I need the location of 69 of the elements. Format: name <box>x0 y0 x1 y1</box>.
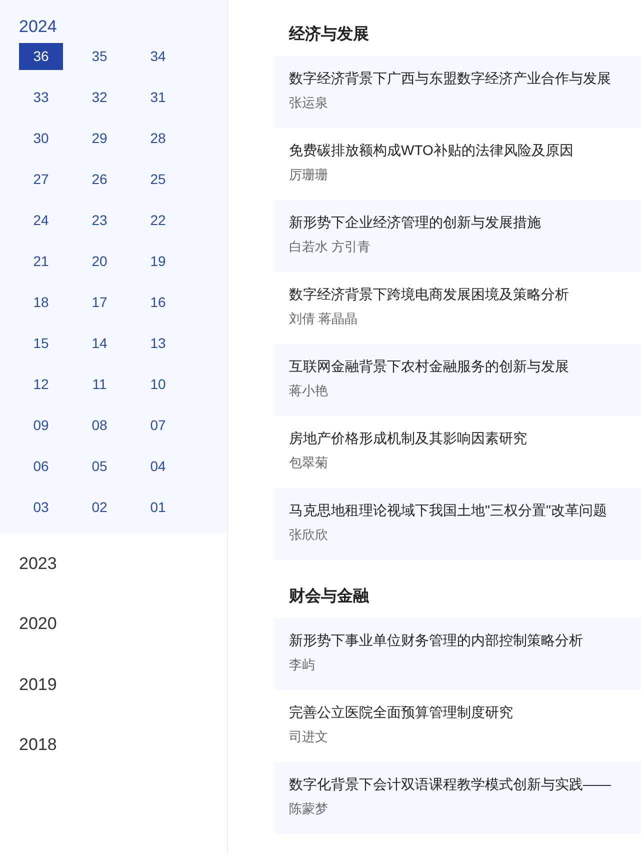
article-title[interactable]: 数字化背景下会计双语课程教学模式创新与实践—— <box>289 774 611 794</box>
article-title[interactable]: 互联网金融背景下农村金融服务的创新与发展 <box>289 356 569 376</box>
article-authors: 司进文 <box>289 728 328 746</box>
article-authors: 厉珊珊 <box>289 166 328 184</box>
issue-number[interactable]: 09 <box>19 412 63 439</box>
article-authors: 刘倩 蒋晶晶 <box>289 310 358 328</box>
issue-number[interactable]: 21 <box>19 248 63 275</box>
article-authors: 蒋小艳 <box>289 382 328 400</box>
issue-number[interactable]: 12 <box>19 371 63 398</box>
issue-number[interactable]: 07 <box>136 412 180 439</box>
section-title: 财会与金融 <box>288 586 370 607</box>
year-heading[interactable]: 2024 <box>0 16 76 38</box>
issue-number[interactable]: 30 <box>19 125 63 152</box>
issue-number[interactable]: 33 <box>19 84 63 111</box>
issue-number[interactable]: 22 <box>136 207 180 234</box>
issue-number[interactable]: 17 <box>78 289 122 316</box>
issue-number[interactable]: 15 <box>19 330 63 357</box>
article-title[interactable]: 免费碳排放额构成WTO补贴的法律风险及原因 <box>289 140 574 160</box>
issue-number[interactable]: 28 <box>136 125 180 152</box>
issue-number[interactable]: 01 <box>136 494 180 521</box>
issue-number[interactable]: 13 <box>136 330 180 357</box>
article-authors: 张欣欣 <box>289 526 328 544</box>
article-title[interactable]: 马克思地租理论视域下我国土地"三权分置"改革问题 <box>289 500 607 520</box>
issue-number[interactable]: 31 <box>136 84 180 111</box>
article-authors: 李屿 <box>289 656 315 674</box>
issue-number[interactable]: 04 <box>136 453 180 480</box>
article-title[interactable]: 新形势下企业经济管理的创新与发展措施 <box>289 212 541 232</box>
issue-number[interactable]: 29 <box>78 125 122 152</box>
article-authors: 张运泉 <box>289 94 328 112</box>
issue-number[interactable]: 25 <box>136 166 180 193</box>
issue-number[interactable]: 05 <box>78 453 122 480</box>
issue-number[interactable]: 18 <box>19 289 63 316</box>
issue-number[interactable]: 26 <box>78 166 122 193</box>
issue-number[interactable]: 16 <box>136 289 180 316</box>
article-item[interactable]: 马克思地租理论视域下我国土地"三权分置"改革问题 张欣欣 <box>274 488 641 560</box>
article-title[interactable]: 完善公立医院全面预算管理制度研究 <box>289 702 513 722</box>
article-authors: 陈蒙梦 <box>289 800 328 818</box>
issue-number[interactable]: 02 <box>78 494 122 521</box>
section-title: 经济与发展 <box>288 24 370 45</box>
article-title[interactable]: 新形势下事业单位财务管理的内部控制策略分析 <box>289 630 583 650</box>
issue-number[interactable]: 10 <box>136 371 180 398</box>
year-heading[interactable]: 2020 <box>19 611 57 636</box>
article-item[interactable]: 数字经济背景下广西与东盟数字经济产业合作与发展 张运泉 <box>274 56 641 128</box>
article-authors: 包翠菊 <box>289 454 328 472</box>
article-title[interactable]: 房地产价格形成机制及其影响因素研究 <box>289 428 527 448</box>
article-title[interactable]: 数字经济背景下跨境电商发展困境及策略分析 <box>289 284 569 304</box>
article-item[interactable]: 新形势下企业经济管理的创新与发展措施 白若水 方引青 <box>274 200 641 272</box>
issue-number[interactable]: 20 <box>78 248 122 275</box>
issue-number[interactable]: 14 <box>78 330 122 357</box>
issue-number[interactable]: 34 <box>136 43 180 70</box>
issue-number[interactable]: 19 <box>136 248 180 275</box>
issue-number[interactable]: 06 <box>19 453 63 480</box>
article-item[interactable]: 互联网金融背景下农村金融服务的创新与发展 蒋小艳 <box>274 344 641 416</box>
issue-number[interactable]: 23 <box>78 207 122 234</box>
article-item[interactable]: 数字化背景下会计双语课程教学模式创新与实践—— 陈蒙梦 <box>274 762 641 834</box>
year-heading[interactable]: 2023 <box>19 550 57 576</box>
issue-number[interactable]: 36 <box>19 43 63 70</box>
issue-number[interactable]: 32 <box>78 84 122 111</box>
article-item[interactable]: 新形势下事业单位财务管理的内部控制策略分析 李屿 <box>274 618 641 690</box>
article-authors: 白若水 方引青 <box>289 238 371 256</box>
issue-number[interactable]: 24 <box>19 207 63 234</box>
issue-number[interactable]: 03 <box>19 494 63 521</box>
article-title[interactable]: 数字经济背景下广西与东盟数字经济产业合作与发展 <box>289 68 611 88</box>
issue-number[interactable]: 35 <box>78 43 122 70</box>
issue-number[interactable]: 08 <box>78 412 122 439</box>
issue-number[interactable]: 27 <box>19 166 63 193</box>
year-heading[interactable]: 2018 <box>19 732 57 758</box>
issue-number[interactable]: 11 <box>78 371 122 398</box>
year-heading[interactable]: 2019 <box>19 672 57 697</box>
